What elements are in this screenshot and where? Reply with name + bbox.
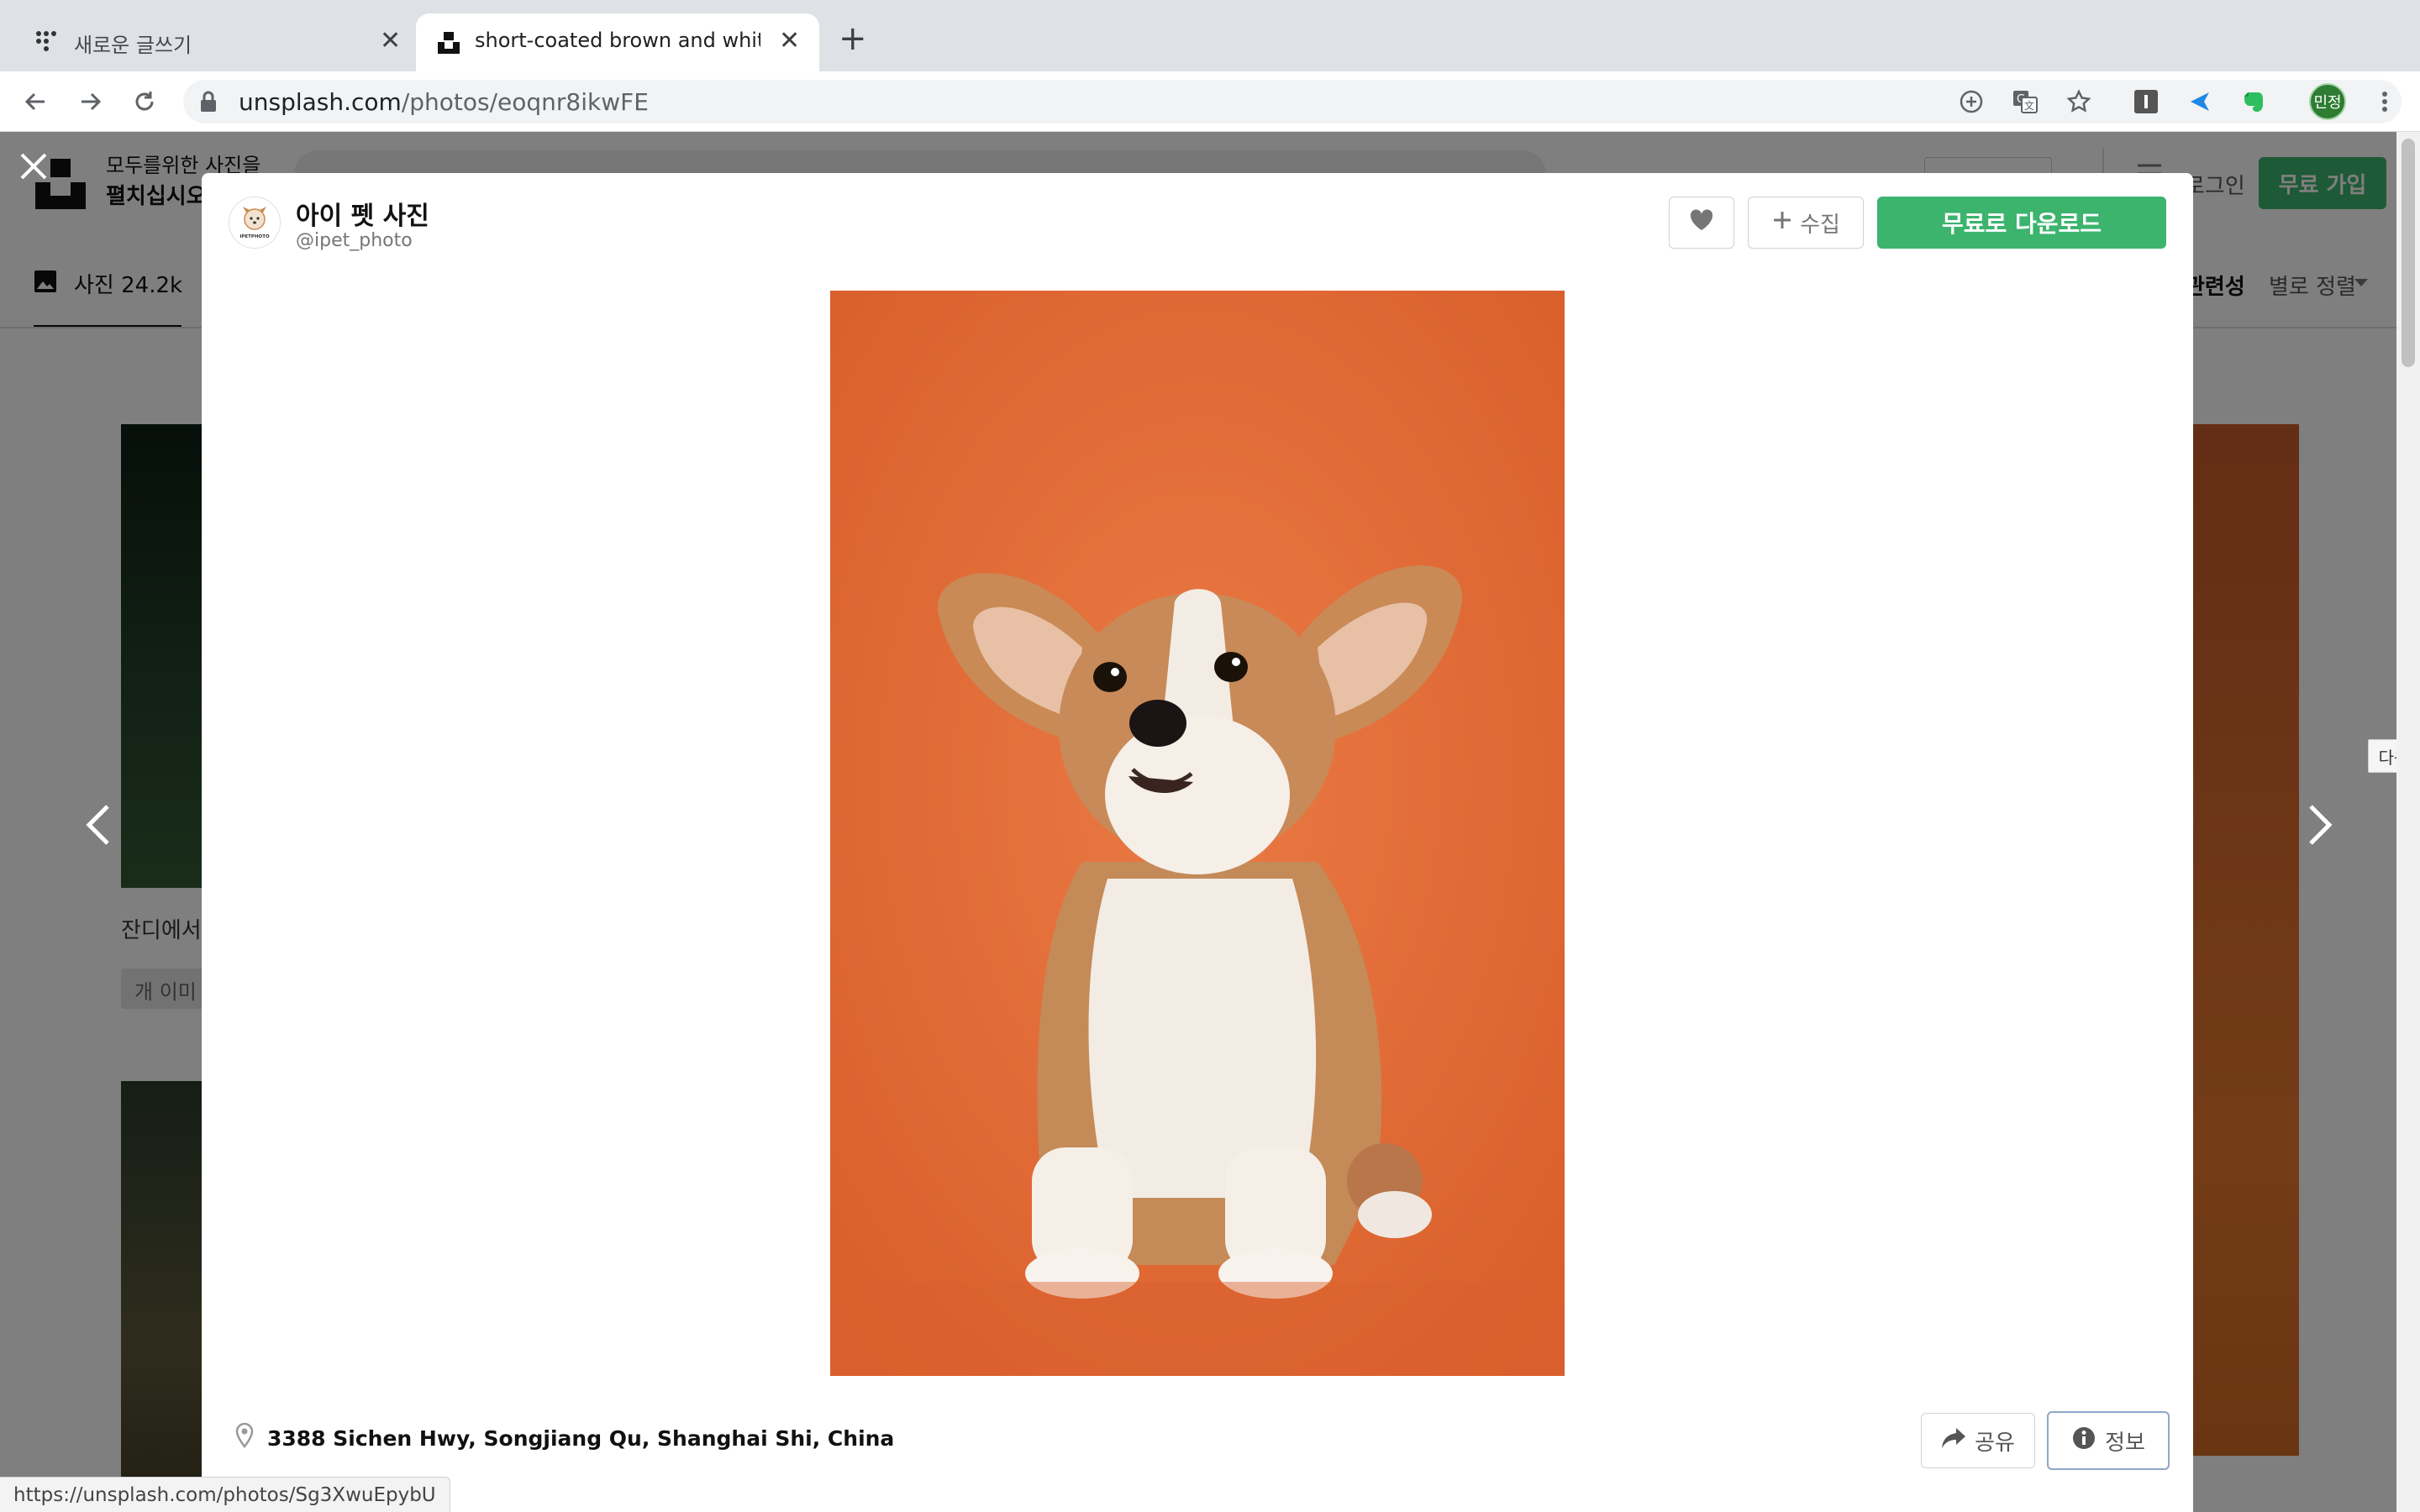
close-tab-icon[interactable]: ✕: [380, 29, 401, 54]
photo-location: 3388 Sichen Hwy, Songjiang Qu, Shanghai …: [235, 1422, 895, 1453]
menu-kebab-icon[interactable]: [2368, 85, 2402, 118]
tab-new-post[interactable]: 새로운 글쓰기 ✕: [17, 13, 412, 71]
link-status-bar: https://unsplash.com/photos/Sg3XwuEpybU: [0, 1477, 450, 1512]
lock-icon: [200, 91, 217, 116]
new-tab-plus-icon[interactable]: +: [839, 22, 867, 55]
extension-share-icon[interactable]: [2183, 85, 2217, 118]
tab-unsplash-photo[interactable]: short-coated brown and white ✕: [416, 13, 819, 71]
previous-photo-arrow-icon[interactable]: [82, 803, 113, 850]
share-arrow-icon: [1941, 1426, 1966, 1456]
share-label: 공유: [1975, 1430, 2015, 1456]
translate-icon[interactable]: G文: [2008, 85, 2042, 118]
add-circle-icon[interactable]: [1954, 85, 1988, 118]
avatar-logo-text: IPETPHOTO: [239, 234, 270, 239]
location-text: 3388 Sichen Hwy, Songjiang Qu, Shanghai …: [267, 1425, 895, 1451]
page-scrollbar[interactable]: [2396, 132, 2420, 1512]
main-photo-corgi-puppy[interactable]: [830, 291, 1565, 1376]
unsplash-favicon-icon: [436, 30, 461, 60]
map-pin-icon: [235, 1422, 254, 1453]
dots-favicon-icon: [35, 30, 57, 57]
photo-modal: IPETPHOTO 아이 펫 사진 @ipet_photo 수집 무료로 다운로…: [202, 173, 2193, 1512]
evernote-icon[interactable]: [2237, 85, 2270, 118]
profile-avatar[interactable]: 민정: [2309, 83, 2346, 120]
forward-arrow-icon[interactable]: [74, 85, 108, 118]
info-icon: [2071, 1425, 2096, 1457]
plus-icon: [1771, 209, 1793, 237]
author-handle[interactable]: @ipet_photo: [296, 230, 413, 251]
star-bookmark-icon[interactable]: [2062, 85, 2096, 118]
scrollbar-thumb[interactable]: [2402, 139, 2415, 367]
info-button[interactable]: 정보: [2047, 1411, 2170, 1470]
author-avatar[interactable]: IPETPHOTO: [229, 197, 281, 249]
extension-i-icon[interactable]: [2129, 85, 2163, 118]
back-arrow-icon[interactable]: [18, 85, 52, 118]
author-name[interactable]: 아이 펫 사진: [296, 195, 429, 232]
url-host: unsplash.com: [239, 88, 402, 116]
url-text: unsplash.com/photos/eoqnr8ikwFE: [239, 88, 649, 116]
next-photo-arrow-icon[interactable]: [2306, 803, 2336, 850]
info-label: 정보: [2105, 1430, 2145, 1456]
tab-title: short-coated brown and white: [475, 29, 760, 52]
browser-toolbar: unsplash.com/photos/eoqnr8ikwFE G文 민정: [0, 71, 2420, 132]
like-button[interactable]: [1669, 197, 1734, 249]
collect-button[interactable]: 수집: [1748, 197, 1864, 249]
close-tab-icon[interactable]: ✕: [779, 29, 800, 54]
heart-icon: [1689, 208, 1714, 238]
tab-title: 새로운 글쓰기: [74, 34, 192, 57]
close-modal-icon[interactable]: [15, 148, 52, 188]
url-path: /photos/eoqnr8ikwFE: [401, 88, 649, 116]
share-button[interactable]: 공유: [1921, 1413, 2035, 1468]
tab-strip: 새로운 글쓰기 ✕ short-coated brown and white ✕…: [0, 0, 2420, 71]
free-download-button[interactable]: 무료로 다운로드: [1877, 197, 2166, 249]
svg-text:文: 文: [2024, 99, 2034, 112]
reload-icon[interactable]: [128, 85, 161, 118]
collect-label: 수집: [1800, 212, 1840, 238]
